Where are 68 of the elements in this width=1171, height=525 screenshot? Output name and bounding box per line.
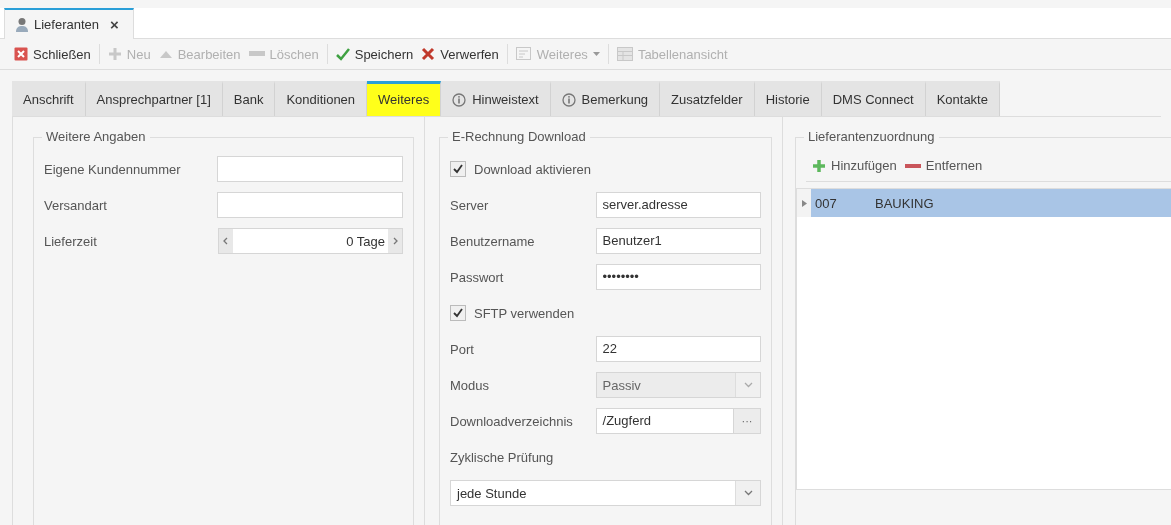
tab[interactable]: Konditionen: [275, 81, 368, 116]
field-label: Modus: [450, 377, 491, 393]
input-field[interactable]: server.adresse: [595, 192, 761, 218]
group-title: Lieferantenzuordnung: [804, 129, 939, 144]
field-label: Server: [450, 197, 490, 213]
input-field[interactable]: ••••••••: [595, 264, 761, 290]
field-label: Downloadverzeichnis: [450, 413, 574, 429]
tab[interactable]: Zusatzfelder: [660, 81, 755, 116]
document-tab-title: Lieferanten: [34, 17, 100, 32]
field-label: Eigene Kundennummer: [44, 161, 182, 177]
field-label: Lieferzeit: [44, 233, 98, 249]
group-title: E-Rechnung Download: [448, 129, 590, 144]
grid-row[interactable]: 007 BAUKING: [811, 189, 1171, 217]
row-indicator-icon: [801, 199, 807, 207]
field-label: Port: [450, 341, 475, 357]
minus-icon: [248, 51, 265, 57]
close-button[interactable]: ×: [110, 16, 119, 33]
cross-icon: [421, 47, 436, 61]
input-field[interactable]: [217, 156, 403, 182]
triangle-icon: [158, 49, 173, 59]
field-label: Benutzername: [450, 233, 536, 249]
table-icon: [616, 47, 633, 61]
tab[interactable]: Ansprechpartner [1]: [85, 81, 223, 116]
dropdown[interactable]: jede Stunde: [450, 480, 761, 506]
chevron-down-icon: [743, 490, 753, 496]
checkbox-label: SFTP verwenden: [474, 305, 575, 321]
input-field[interactable]: /Zugferd: [595, 408, 734, 434]
tab[interactable]: DMS Connect: [821, 81, 926, 116]
caret-icon: [592, 52, 600, 56]
input-field[interactable]: Benutzer1: [595, 228, 761, 254]
chevron-left-icon: [223, 237, 229, 245]
field-label: Passwort: [450, 269, 505, 285]
check-icon: [335, 47, 350, 61]
toolbar-button[interactable]: Hinzufügen: [812, 158, 897, 173]
tab[interactable]: Weiteres: [367, 81, 442, 116]
user-icon: [15, 16, 29, 33]
group-title: Weitere Angaben: [42, 129, 150, 144]
browse-button[interactable]: ···: [734, 408, 761, 434]
document-tab[interactable]: Lieferanten ×: [4, 8, 134, 39]
info-icon: [561, 92, 576, 107]
tab[interactable]: Hinweistext: [441, 81, 551, 116]
plus-icon: [107, 47, 122, 61]
tab[interactable]: Kontakte: [925, 81, 1000, 116]
form-icon: [515, 47, 532, 61]
plus-icon: [812, 158, 826, 173]
input-field[interactable]: 22: [595, 336, 761, 362]
tab[interactable]: Bemerkung: [550, 81, 661, 116]
toolbar-button[interactable]: Entfernen: [904, 158, 983, 173]
minus-icon: [904, 162, 921, 169]
chevron-down-icon: [743, 382, 753, 388]
close-icon: [14, 47, 28, 61]
info-icon: [452, 92, 467, 107]
spinner-field[interactable]: 0 Tage: [217, 228, 403, 254]
input-field[interactable]: [217, 192, 403, 218]
chevron-right-icon: [392, 237, 398, 245]
checkbox[interactable]: [450, 161, 466, 177]
field-label: Zyklische Prüfung: [450, 449, 554, 465]
toolbar-button[interactable]: Verwerfen: [417, 46, 503, 62]
checkbox[interactable]: [450, 305, 466, 321]
tab[interactable]: Bank: [222, 81, 276, 116]
field-label: Versandart: [44, 197, 108, 213]
toolbar-button[interactable]: Speichern: [331, 46, 418, 62]
table-cell: BAUKING: [875, 195, 934, 211]
tab[interactable]: Anschrift: [12, 81, 86, 116]
toolbar-button[interactable]: Schließen: [10, 46, 95, 62]
tab[interactable]: Historie: [754, 81, 822, 116]
checkbox-label: Download aktivieren: [474, 161, 592, 177]
table-cell-text: 007: [815, 195, 838, 211]
